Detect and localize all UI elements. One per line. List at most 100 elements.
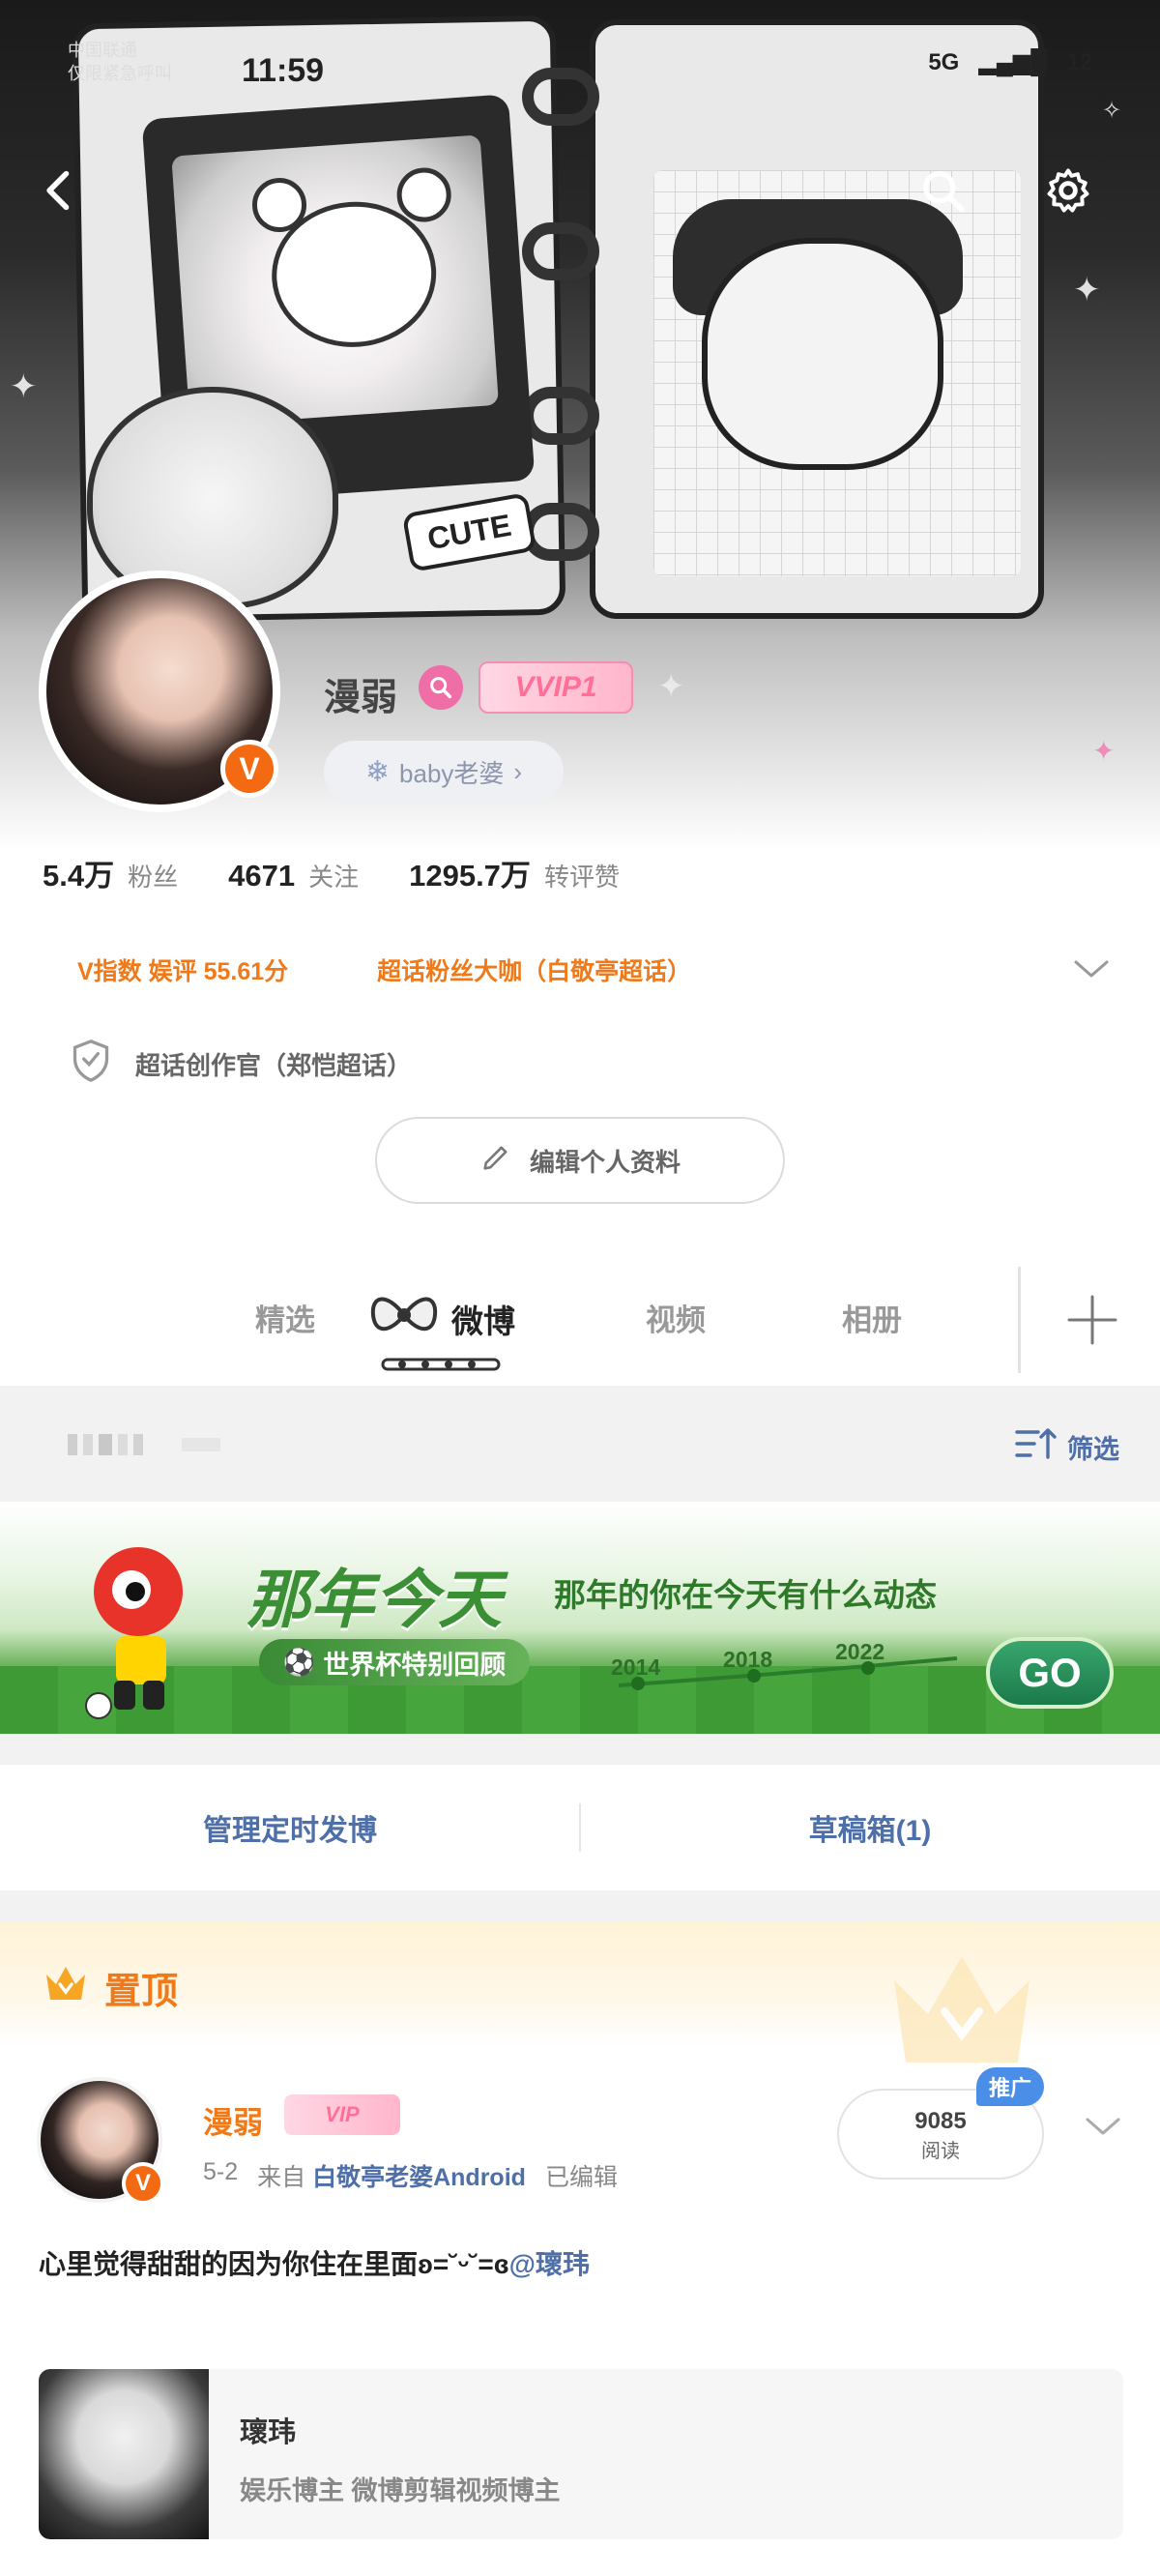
filter-placeholder-text xyxy=(68,1434,220,1455)
shared-user-thumbnail xyxy=(39,2369,209,2539)
tab-divider xyxy=(1018,1267,1021,1373)
post-management-row: 管理定时发博 草稿箱(1) xyxy=(0,1765,1160,1890)
back-icon[interactable] xyxy=(29,160,91,221)
sparkle-icon: ✧ xyxy=(1102,98,1122,124)
sparkle-icon: ✦ xyxy=(10,368,38,405)
status-time: 11:59 xyxy=(242,52,325,89)
chevron-down-icon[interactable] xyxy=(1068,952,1115,987)
carrier-status: 仅限紧急呼叫 xyxy=(68,64,172,83)
snowflake-icon: ❄ xyxy=(364,755,391,788)
pinned-header: 置顶 xyxy=(0,1922,1160,2063)
banner-year: 2022 xyxy=(835,1639,885,1664)
banner-subtitle: 那年的你在今天有什么动态 xyxy=(554,1577,937,1613)
section-spacer xyxy=(0,1734,1160,1765)
add-tab-plus-icon[interactable] xyxy=(1063,1291,1121,1349)
creator-badge-label: 超话创作官（郑恺超话） xyxy=(135,1051,413,1080)
verified-badge: V xyxy=(220,740,278,798)
network-label: 5G xyxy=(928,49,960,75)
post-source[interactable]: 白敬亭老婆Android xyxy=(312,2164,526,2191)
filter-bar: 筛选 xyxy=(0,1386,1160,1502)
timeline-line xyxy=(618,1656,958,1690)
shared-user-description: 娱乐博主 微博剪辑视频博主 xyxy=(240,2476,561,2505)
battery-level: 12 xyxy=(1066,49,1092,75)
sparkle-icon: ✦ xyxy=(1073,272,1101,308)
post-body: 心里觉得甜甜的因为你住在里面ʚ=˘ᵕ˘=ɞ@瓌玮 xyxy=(39,2243,590,2282)
post-source-group: 来自 白敬亭老婆Android xyxy=(257,2158,526,2193)
edit-profile-button[interactable]: 编辑个人资料 xyxy=(375,1117,785,1204)
active-tab-indicator xyxy=(381,1358,501,1371)
cover-notebook-right xyxy=(590,19,1044,619)
stat-value: 1295.7万 xyxy=(409,859,531,893)
soccer-ball-icon: ⚽ xyxy=(282,1648,316,1677)
pinned-label: 置顶 xyxy=(104,1972,179,2012)
filter-button[interactable]: 筛选 xyxy=(1013,1424,1119,1470)
filter-label: 筛选 xyxy=(1067,1435,1119,1464)
stat-label: 转评赞 xyxy=(543,863,620,892)
verified-badge: V xyxy=(122,2162,164,2205)
drafts-button[interactable]: 草稿箱(1) xyxy=(580,1765,1160,1890)
tab-weibo[interactable]: 微博 xyxy=(451,1296,515,1342)
sort-filter-icon xyxy=(1013,1424,1058,1470)
profile-badges: V指数 娱评 55.61分 超话粉丝大咖（白敬亭超话） xyxy=(77,952,691,987)
sparkle-icon: ✦ xyxy=(1092,736,1116,766)
tab-albums[interactable]: 相册 xyxy=(842,1296,902,1339)
signal-icon: ▂▄▆█ xyxy=(978,49,1048,75)
nickname-tag[interactable]: ❄ baby老婆 › xyxy=(324,741,564,803)
search-icon[interactable] xyxy=(912,160,973,221)
creator-badge-row[interactable]: 超话创作官（郑恺超话） xyxy=(70,1038,412,1091)
weibo-mascot-icon xyxy=(85,1547,183,1719)
read-label: 阅读 xyxy=(921,2141,960,2162)
settings-gear-icon[interactable] xyxy=(1037,160,1099,221)
edit-profile-label: 编辑个人资料 xyxy=(529,1147,681,1177)
cover-devil-bear xyxy=(702,238,943,470)
chevron-right-icon: › xyxy=(513,756,523,786)
notebook-ring xyxy=(522,222,599,280)
status-indicators: 5G ▂▄▆█ 12 xyxy=(928,48,1092,76)
carrier-name: 中国联通 xyxy=(68,41,137,60)
stat-engagement[interactable]: 1295.7万 转评赞 xyxy=(409,851,620,894)
v-index-badge[interactable]: V指数 娱评 55.61分 xyxy=(77,952,288,987)
banner-go-button[interactable]: GO xyxy=(986,1637,1114,1709)
stat-value: 4671 xyxy=(228,859,296,893)
notebook-ring xyxy=(522,387,599,445)
banner-year: 2018 xyxy=(723,1647,773,1672)
promote-tag[interactable]: 推广 xyxy=(976,2067,1044,2106)
status-bar: 中国联通 仅限紧急呼叫 11:59 5G ▂▄▆█ 12 xyxy=(68,39,1092,97)
post-mention[interactable]: @瓌玮 xyxy=(509,2249,590,2279)
bow-icon xyxy=(365,1286,443,1344)
shared-user-name: 瓌玮 xyxy=(240,2417,297,2448)
post-date: 5-2 xyxy=(203,2158,239,2185)
post-source-prefix: 来自 xyxy=(257,2164,306,2191)
post-vip-badge: VIP xyxy=(284,2094,400,2135)
on-this-day-banner[interactable]: 那年今天 那年的你在今天有什么动态 ⚽ 世界杯特别回顾 2014 2018 20… xyxy=(0,1502,1160,1734)
post-author-name[interactable]: 漫弱 xyxy=(203,2098,263,2142)
section-spacer xyxy=(0,1890,1160,1922)
stat-followers[interactable]: 5.4万 粉丝 xyxy=(43,851,178,894)
post-edited-flag: 已编辑 xyxy=(544,2164,618,2191)
sparkle-icon: ✦ xyxy=(657,668,685,705)
banner-year: 2014 xyxy=(611,1654,661,1680)
stat-value: 5.4万 xyxy=(43,859,115,893)
cover-photo xyxy=(171,134,499,427)
banner-worldcup-pill: ⚽ 世界杯特别回顾 xyxy=(259,1639,530,1685)
tab-featured[interactable]: 精选 xyxy=(255,1296,315,1339)
crown-icon xyxy=(46,1967,85,2000)
shield-check-icon xyxy=(70,1038,112,1091)
super-fan-badge[interactable]: 超话粉丝大咖（白敬亭超话） xyxy=(377,952,691,987)
profile-username: 漫弱 xyxy=(324,678,398,718)
nickname-tag-label: baby老婆 xyxy=(399,758,505,788)
stat-following[interactable]: 4671 关注 xyxy=(228,858,359,893)
pencil-icon xyxy=(479,1141,512,1181)
stat-label: 粉丝 xyxy=(128,863,179,892)
banner-pill-label: 世界杯特别回顾 xyxy=(323,1650,507,1680)
vip-badge[interactable]: VVIP1 xyxy=(478,661,633,714)
post-meta: 5-2 来自 白敬亭老婆Android 已编辑 xyxy=(203,2158,618,2193)
super-topic-badge-icon[interactable] xyxy=(419,665,463,710)
shared-user-card[interactable]: 瓌玮 娱乐博主 微博剪辑视频博主 xyxy=(39,2369,1123,2539)
tab-videos[interactable]: 视频 xyxy=(646,1296,706,1339)
stat-label: 关注 xyxy=(308,863,360,892)
crown-watermark-icon xyxy=(894,1956,1030,2063)
pinned-post-card: 置顶 V 漫弱 VIP 5-2 来自 白敬亭老婆Android 已编辑 9085… xyxy=(0,1922,1160,2576)
scheduled-posts-button[interactable]: 管理定时发博 xyxy=(0,1765,580,1890)
chevron-down-icon[interactable] xyxy=(1081,2111,1125,2144)
